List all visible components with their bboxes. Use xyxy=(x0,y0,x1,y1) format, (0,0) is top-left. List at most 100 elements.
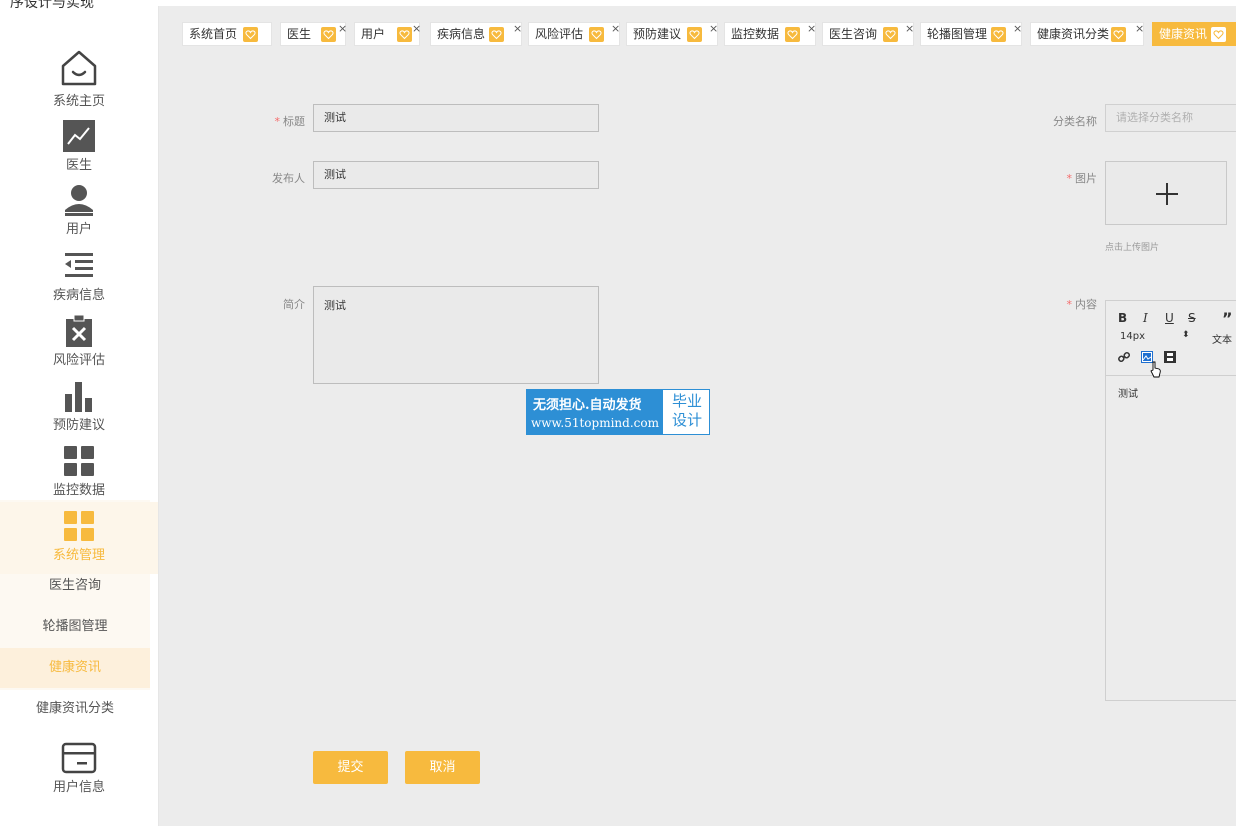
heart-icon xyxy=(243,27,258,42)
select-arrows-icon: ⬍ xyxy=(1182,330,1190,340)
strike-button[interactable]: S xyxy=(1188,311,1196,325)
content-label: * 内容 xyxy=(1066,298,1098,311)
category-label: 分类名称 xyxy=(1053,115,1097,128)
rich-text-editor: B I U S ” 14px ⬍ 文本 测试 xyxy=(1105,300,1236,701)
heart-icon xyxy=(785,27,800,42)
tab-label: 预防建议 xyxy=(633,27,682,41)
watermark-right2: 设计 xyxy=(671,411,702,429)
sidebar-subitem-carousel[interactable]: 轮播图管理 xyxy=(0,607,150,647)
editor-content[interactable]: 测试 xyxy=(1118,385,1138,400)
clipboard-x-icon xyxy=(66,315,92,347)
grid-icon xyxy=(64,446,94,476)
close-icon[interactable]: × xyxy=(1013,18,1022,40)
tab-label: 监控数据 xyxy=(731,27,780,41)
tab-home[interactable]: 系统首页 xyxy=(182,22,272,46)
sidebar-item-monitor[interactable]: 监控数据 xyxy=(0,445,158,501)
tab-risk[interactable]: 风险评估 × xyxy=(528,22,620,46)
bold-button[interactable]: B xyxy=(1118,311,1127,325)
close-icon[interactable]: × xyxy=(611,18,620,40)
heart-icon xyxy=(687,27,702,42)
image-upload[interactable] xyxy=(1105,161,1227,225)
watermark: 无须担心.自动发货 www.51topmind.com 毕业 设计 xyxy=(526,389,710,435)
sidebar-subitem-consult[interactable]: 医生咨询 xyxy=(0,566,150,606)
quote-button[interactable]: ” xyxy=(1222,309,1233,328)
tab-news-category[interactable]: 健康资讯分类 × xyxy=(1030,22,1144,46)
watermark-line2: www.51topmind.com xyxy=(531,416,659,430)
heart-icon xyxy=(1111,27,1126,42)
tab-label: 轮播图管理 xyxy=(927,27,988,41)
tab-label: 用户 xyxy=(361,27,386,41)
sidebar-item-label: 疾病信息 xyxy=(52,288,105,303)
sidebar-subitem-health-news[interactable]: 健康资讯 xyxy=(0,648,150,688)
cursor-hand-icon xyxy=(1150,361,1161,378)
heart-icon xyxy=(321,27,336,42)
close-icon[interactable]: × xyxy=(709,18,718,40)
sidebar-subitem-news-category[interactable]: 健康资讯分类 xyxy=(0,689,150,729)
sidebar-item-prevention[interactable]: 预防建议 xyxy=(0,380,158,436)
close-icon[interactable]: × xyxy=(412,18,421,40)
sidebar-item-doctor[interactable]: 医生 xyxy=(0,120,158,176)
tab-prevention[interactable]: 预防建议 × xyxy=(626,22,718,46)
sidebar-item-system[interactable]: 系统管理 xyxy=(0,502,158,574)
card-icon xyxy=(61,742,97,774)
font-size-select[interactable]: 14px xyxy=(1120,331,1145,342)
close-icon[interactable]: × xyxy=(338,18,347,40)
italic-button[interactable]: I xyxy=(1143,311,1148,325)
app-title: 序设计与实现 xyxy=(10,0,94,11)
watermark-line1: 无须担心.自动发货 xyxy=(533,398,642,413)
tab-consult[interactable]: 医生咨询 × xyxy=(822,22,914,46)
close-icon[interactable]: × xyxy=(513,18,522,40)
video-icon[interactable] xyxy=(1164,351,1176,363)
link-icon[interactable] xyxy=(1118,351,1130,363)
upload-hint: 点击上传图片 xyxy=(1105,243,1160,253)
summary-textarea[interactable]: 测试 xyxy=(313,286,599,384)
tab-user[interactable]: 用户 × xyxy=(354,22,421,46)
heart-icon xyxy=(883,27,898,42)
tab-carousel[interactable]: 轮播图管理 × xyxy=(920,22,1022,46)
publisher-label: 发布人 xyxy=(272,172,305,185)
sidebar-item-home[interactable]: 系统主页 xyxy=(0,48,158,110)
list-icon xyxy=(65,253,93,277)
sidebar-item-label: 用户信息 xyxy=(52,780,105,795)
category-select[interactable]: 请选择分类名称 xyxy=(1105,104,1236,132)
sidebar-item-risk[interactable]: 风险评估 xyxy=(0,315,158,371)
sidebar-item-user-info[interactable]: 用户信息 xyxy=(0,742,158,802)
tab-label: 系统首页 xyxy=(189,27,238,41)
title-input[interactable]: 测试 xyxy=(313,104,599,132)
tab-label: 医生 xyxy=(287,27,312,41)
home-icon xyxy=(61,50,97,86)
tab-monitor[interactable]: 监控数据 × xyxy=(724,22,816,46)
watermark-left: 无须担心.自动发货 www.51topmind.com xyxy=(527,390,663,434)
close-icon[interactable]: × xyxy=(1135,18,1144,40)
summary-label: 简介 xyxy=(283,298,305,311)
watermark-right1: 毕业 xyxy=(671,392,702,410)
tab-label: 健康资讯分类 xyxy=(1037,27,1110,41)
cancel-button[interactable]: 取消 xyxy=(405,751,480,784)
chart-icon xyxy=(63,120,95,152)
text-type-select[interactable]: 文本 xyxy=(1212,331,1232,346)
heart-icon xyxy=(489,27,504,42)
sidebar: 序设计与实现 系统主页 医生 用户 疾病信息 风险评估 预防建议 监控数据 系统… xyxy=(0,0,159,826)
heart-icon xyxy=(991,27,1006,42)
sidebar-item-label: 监控数据 xyxy=(52,483,105,498)
grid-icon xyxy=(64,511,94,541)
sidebar-item-user[interactable]: 用户 xyxy=(0,184,158,240)
submit-button[interactable]: 提交 xyxy=(313,751,388,784)
sidebar-item-label: 风险评估 xyxy=(52,353,105,368)
close-icon[interactable]: × xyxy=(807,18,816,40)
tab-doctor[interactable]: 医生 × xyxy=(280,22,347,46)
underline-button[interactable]: U xyxy=(1165,311,1174,325)
sidebar-item-label: 系统主页 xyxy=(52,94,105,109)
sidebar-item-disease[interactable]: 疾病信息 xyxy=(0,250,158,306)
heart-icon xyxy=(589,27,604,42)
sidebar-item-label: 预防建议 xyxy=(52,418,105,433)
plus-icon xyxy=(1156,183,1178,205)
close-icon[interactable]: × xyxy=(905,18,914,40)
publisher-input[interactable]: 测试 xyxy=(313,161,599,189)
title-label: * 标题 xyxy=(274,115,306,128)
tab-disease[interactable]: 疾病信息 × xyxy=(430,22,522,46)
tab-health-news[interactable]: 健康资讯 xyxy=(1152,22,1236,46)
tab-label: 健康资讯 xyxy=(1159,27,1208,41)
watermark-right: 毕业 设计 xyxy=(667,392,707,430)
tab-label: 疾病信息 xyxy=(437,27,486,41)
